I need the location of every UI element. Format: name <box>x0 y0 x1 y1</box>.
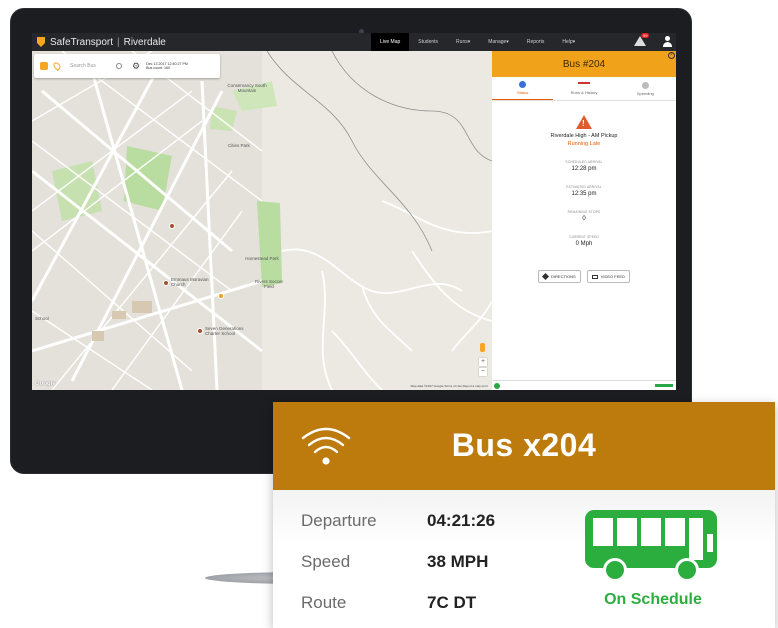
alert-icon[interactable]: 99 <box>634 33 650 47</box>
tab-status-label: Status <box>516 90 529 95</box>
directions-label: DIRECTIONS <box>551 274 576 279</box>
speed-label: Speed <box>301 552 351 571</box>
panel-tabs: Status Runs & History Speeding <box>492 77 676 101</box>
directions-button[interactable]: DIRECTIONS <box>538 270 581 283</box>
brand[interactable]: SafeTransport | Riverdale <box>32 33 166 51</box>
schedule-status: On Schedule <box>604 591 702 608</box>
scheduled-arrival-label: SCHEDULED ARRIVAL <box>565 160 603 164</box>
video-feed-label: VIDEO FEED <box>600 274 625 279</box>
map-label-emmaus: Emmaus Moravian Church <box>171 277 209 287</box>
route-value: 7C DT <box>427 593 477 612</box>
brand-name: SafeTransport <box>50 36 113 48</box>
map-label-rivers: Rivers Soccer Field <box>254 279 283 289</box>
map-label-homestead: Homestead Park <box>245 256 279 261</box>
user-icon[interactable] <box>662 36 672 47</box>
route-icon <box>577 82 590 88</box>
map-label-seven-gen: Seven Generations Charter School <box>205 326 244 336</box>
bus-status-card: Bus x204 Departure 04:21:26 Speed 38 MPH… <box>273 402 775 628</box>
info-icon <box>519 81 527 88</box>
map-meta: Dec 13 2017 12:40:27 PM Bus count: 160 <box>146 62 188 71</box>
map-datetime: Dec 13 2017 12:40:27 PM <box>146 61 188 66</box>
top-navigation-bar: SafeTransport | Riverdale Live Map Stude… <box>32 33 676 51</box>
run-status: Running Late <box>567 141 601 147</box>
app-screen: SafeTransport | Riverdale Live Map Stude… <box>32 33 676 390</box>
google-logo: Google <box>35 381 56 387</box>
tab-status[interactable]: Status <box>492 77 554 100</box>
estimated-arrival: ESTIMATED ARRIVAL 12:35 pm <box>492 185 676 197</box>
nav-help[interactable]: Help▾ <box>553 33 584 51</box>
bus-icon <box>585 510 717 582</box>
nav-icons: 99 <box>634 33 672 47</box>
poi-marker-icon[interactable] <box>169 223 175 229</box>
current-speed: CURRENT SPEED 0 Mph <box>492 235 676 247</box>
shield-logo-icon <box>37 37 45 47</box>
scheduled-arrival: SCHEDULED ARRIVAL 12:28 pm <box>492 160 676 172</box>
gear-icon[interactable]: ⚙ <box>132 61 140 72</box>
map-label-conservancy: Conservancy South Mountain <box>227 83 267 93</box>
panel-title: Bus #204 <box>562 58 606 70</box>
video-feed-button[interactable]: VIDEO FEED <box>586 270 630 283</box>
street-view-pegman-icon[interactable] <box>480 343 485 352</box>
connection-ok-icon <box>494 383 500 389</box>
bus-filter-icon[interactable] <box>40 62 48 70</box>
tab-speeding[interactable]: Speeding <box>615 77 676 100</box>
map-label-school: School <box>35 316 49 321</box>
church-poi-icon[interactable] <box>163 280 169 286</box>
signal-bar <box>655 384 673 387</box>
close-icon[interactable]: × <box>668 52 675 59</box>
scheduled-arrival-value: 12:28 pm <box>571 166 597 172</box>
departure-label: Departure <box>301 511 377 530</box>
map-terms[interactable]: Map data ©2017 Google Terms of Use Repor… <box>411 384 488 388</box>
marketing-composition: SafeTransport | Riverdale Live Map Stude… <box>0 0 778 628</box>
current-speed-label: CURRENT SPEED <box>569 235 599 239</box>
remaining-stops-label: REMAINING STOPS <box>567 210 601 214</box>
map-canvas <box>32 51 492 390</box>
directions-icon <box>542 272 550 281</box>
video-icon <box>591 274 598 279</box>
panel-footer <box>492 380 676 390</box>
panel-header: Bus #204 × <box>492 51 676 77</box>
card-header: Bus x204 <box>273 402 775 490</box>
nav-runs[interactable]: Runs▾ <box>447 33 479 51</box>
district-name: Riverdale <box>123 36 166 48</box>
current-speed-value: 0 Mph <box>575 241 593 247</box>
nav-manage[interactable]: Manage▾ <box>479 33 518 51</box>
speedometer-icon <box>641 81 649 89</box>
main-nav: Live Map Students Runs▾ Manage▾ Reports … <box>371 33 584 51</box>
nav-reports[interactable]: Reports <box>518 33 554 51</box>
map-bus-count: Bus count: 160 <box>146 66 171 70</box>
location-pin-icon[interactable] <box>52 61 62 71</box>
nav-live-map[interactable]: Live Map <box>371 33 410 51</box>
route-label: Route <box>301 593 347 612</box>
tab-runs-label: Runs & History <box>570 90 598 95</box>
tab-runs-history[interactable]: Runs & History <box>553 77 614 100</box>
route-name: Riverdale High - AM Pickup <box>550 133 618 139</box>
card-title: Bus x204 <box>451 427 597 463</box>
warning-icon: ! <box>576 115 592 129</box>
card-body: Departure 04:21:26 Speed 38 MPH Route 7C… <box>273 490 775 628</box>
speed-value: 38 MPH <box>427 552 489 571</box>
map-label-cities-park: Cities Park <box>228 143 250 148</box>
bus-detail-panel: Bus #204 × Status Runs & History Speedin… <box>492 51 676 390</box>
remaining-stops-value: 0 <box>582 216 586 222</box>
estimated-arrival-value: 12:35 pm <box>571 191 597 197</box>
school-poi-icon[interactable] <box>197 328 203 334</box>
tab-speeding-label: Speeding <box>636 90 654 96</box>
brand-separator: | <box>117 36 120 48</box>
search-bus-input[interactable]: Search Bus <box>70 63 110 69</box>
live-map[interactable]: Search Bus ⚙ Dec 13 2017 12:40:27 PM Bus… <box>32 51 492 390</box>
departure-value: 04:21:26 <box>427 511 496 530</box>
map-search-box: Search Bus ⚙ Dec 13 2017 12:40:27 PM Bus… <box>34 54 220 78</box>
estimated-arrival-label: ESTIMATED ARRIVAL <box>566 185 602 189</box>
panel-actions: DIRECTIONS VIDEO FEED <box>492 270 676 283</box>
zoom-in-button[interactable]: + <box>479 358 487 366</box>
remaining-stops: REMAINING STOPS 0 <box>492 210 676 222</box>
notification-badge: 99 <box>641 33 650 38</box>
search-icon[interactable] <box>116 63 122 69</box>
bus-marker-icon[interactable] <box>218 293 224 299</box>
zoom-out-button[interactable]: − <box>479 368 487 376</box>
nav-students[interactable]: Students <box>409 33 447 51</box>
